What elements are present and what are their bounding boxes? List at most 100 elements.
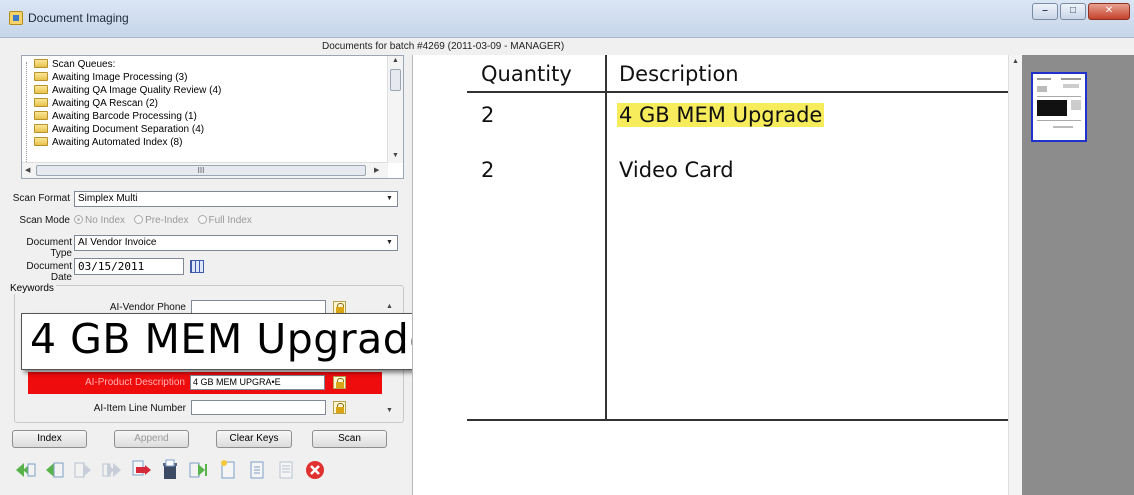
- document-type-value: AI Vendor Invoice: [78, 237, 157, 248]
- index-button[interactable]: Index: [12, 430, 87, 448]
- queue-folder-icon: [34, 59, 48, 68]
- radio-label: Full Index: [208, 215, 252, 226]
- radio-label: No Index: [85, 215, 126, 226]
- chevron-down-icon: ▼: [386, 195, 393, 202]
- item-line-number-input[interactable]: [191, 400, 326, 415]
- scan-format-label: Scan Format: [12, 193, 70, 204]
- title-bar: Document Imaging – □ ✕: [0, 0, 1134, 38]
- move-page-icon[interactable]: [130, 459, 152, 481]
- row-description: 4 GB MEM Upgrade: [617, 103, 825, 127]
- left-panel: Scan Queues: Awaiting Image Processing (…: [6, 55, 404, 493]
- maximize-button[interactable]: □: [1060, 3, 1086, 20]
- zoom-preview: 4 GB MEM Upgrade: [21, 313, 445, 370]
- window-controls: – □ ✕: [1032, 3, 1130, 20]
- window-title: Document Imaging: [28, 11, 129, 25]
- product-description-input[interactable]: 4 GB MEM UPGRA•E: [190, 375, 325, 390]
- scan-button[interactable]: Scan: [312, 430, 387, 448]
- app-icon: [9, 11, 23, 25]
- radio-full-index[interactable]: [197, 215, 207, 224]
- new-doc-icon[interactable]: [217, 459, 239, 481]
- first-doc-icon[interactable]: [14, 459, 36, 481]
- scan-mode-radio-group: No Index Pre-Index Full Index: [74, 214, 258, 226]
- close-icon: ✕: [1104, 5, 1114, 16]
- folder-icon: [34, 111, 48, 120]
- lock-icon[interactable]: [333, 401, 346, 414]
- scroll-up-icon[interactable]: ▲: [392, 57, 399, 64]
- list-icon[interactable]: [275, 459, 297, 481]
- move-end-icon[interactable]: [188, 459, 210, 481]
- row-quantity: 2: [481, 103, 495, 127]
- tree-item[interactable]: Awaiting QA Rescan (2): [34, 98, 158, 110]
- scroll-thumb[interactable]: III: [36, 165, 366, 176]
- folder-icon: [34, 124, 48, 133]
- tree-item[interactable]: Awaiting Document Separation (4): [34, 124, 204, 136]
- tree-item[interactable]: Awaiting Image Processing (3): [34, 72, 187, 84]
- scroll-thumb[interactable]: [390, 69, 401, 91]
- close-button[interactable]: ✕: [1088, 3, 1130, 20]
- radio-pre-index[interactable]: [134, 215, 144, 224]
- queue-tree[interactable]: Scan Queues: Awaiting Image Processing (…: [21, 55, 404, 179]
- header-divider: [467, 91, 1027, 93]
- tree-item-label: Awaiting QA Rescan (2): [52, 98, 158, 109]
- calendar-icon[interactable]: [190, 260, 204, 273]
- scroll-right-icon[interactable]: ▶: [374, 166, 379, 174]
- scan-mode-label: Scan Mode: [19, 215, 70, 226]
- tree-item-label: Awaiting Automated Index (8): [52, 137, 183, 148]
- row-description: Video Card: [619, 158, 734, 182]
- tree-item[interactable]: Awaiting QA Image Quality Review (4): [34, 85, 221, 97]
- radio-label: Pre-Index: [145, 215, 189, 226]
- scroll-up-icon[interactable]: ▲: [1012, 58, 1019, 65]
- tree-item[interactable]: Awaiting Barcode Processing (1): [34, 111, 197, 123]
- last-doc-icon[interactable]: [101, 459, 123, 481]
- thumbnail-panel: [1022, 55, 1134, 495]
- scroll-down-icon[interactable]: ▼: [386, 407, 393, 414]
- minimize-button[interactable]: –: [1032, 3, 1058, 20]
- keywords-label: Keywords: [8, 283, 56, 294]
- tree-root[interactable]: Scan Queues:: [34, 59, 115, 71]
- tree-item-label: Awaiting QA Image Quality Review (4): [52, 85, 222, 96]
- clear-keys-button[interactable]: Clear Keys: [216, 430, 292, 448]
- cancel-icon[interactable]: [304, 459, 326, 481]
- chevron-down-icon: ▼: [386, 239, 393, 246]
- tree-item-label: Awaiting Image Processing (3): [52, 72, 188, 83]
- properties-icon[interactable]: [246, 459, 268, 481]
- tree-vertical-scrollbar[interactable]: ▲ ▼: [387, 56, 403, 163]
- radio-no-index[interactable]: [74, 215, 83, 224]
- scan-format-select[interactable]: Simplex Multi ▼: [74, 191, 398, 207]
- document-type-select[interactable]: AI Vendor Invoice ▼: [74, 235, 398, 251]
- scan-format-value: Simplex Multi: [78, 193, 138, 204]
- append-button[interactable]: Append: [114, 430, 189, 448]
- next-doc-icon[interactable]: [72, 459, 94, 481]
- document-date-label: Document Date: [26, 261, 72, 283]
- tree-item-label: Awaiting Document Separation (4): [52, 124, 205, 135]
- delete-page-icon[interactable]: [159, 459, 181, 481]
- minimize-icon: –: [1042, 5, 1048, 16]
- scroll-left-icon[interactable]: ◀: [25, 166, 30, 174]
- scroll-up-icon[interactable]: ▲: [386, 303, 393, 310]
- tree-connector: [26, 62, 27, 162]
- document-type-label: Document Type: [26, 237, 72, 259]
- batch-header: Documents for batch #4269 (2011-03-09 - …: [322, 41, 565, 52]
- zoom-preview-text: 4 GB MEM Upgrade: [30, 315, 436, 363]
- highlighted-description: 4 GB MEM Upgrade: [617, 103, 825, 127]
- product-description-label: AI-Product Description: [84, 377, 185, 388]
- prev-doc-icon[interactable]: [43, 459, 65, 481]
- folder-icon: [34, 72, 48, 81]
- quantity-header: Quantity: [481, 62, 572, 86]
- tree-horizontal-scrollbar[interactable]: ◀ III ▶: [22, 162, 388, 178]
- document-date-input[interactable]: 03/15/2011: [74, 258, 184, 275]
- row-quantity: 2: [481, 158, 495, 182]
- item-line-number-label: AI-Item Line Number: [93, 403, 186, 414]
- vendor-phone-label: AI-Vendor Phone: [109, 302, 186, 313]
- product-description-row: AI-Product Description 4 GB MEM UPGRA•E: [28, 372, 382, 394]
- viewer-scrollbar[interactable]: ▲: [1008, 55, 1022, 495]
- scroll-down-icon[interactable]: ▼: [392, 152, 399, 159]
- page-thumbnail[interactable]: [1031, 72, 1087, 142]
- maximize-icon: □: [1069, 5, 1077, 16]
- lock-icon[interactable]: [333, 376, 346, 389]
- document-viewer[interactable]: Quantity Description 2 4 GB MEM Upgrade …: [412, 55, 1027, 495]
- thumbnail-content: [1037, 78, 1081, 128]
- folder-icon: [34, 85, 48, 94]
- column-divider: [605, 55, 607, 421]
- tree-item[interactable]: Awaiting Automated Index (8): [34, 137, 182, 149]
